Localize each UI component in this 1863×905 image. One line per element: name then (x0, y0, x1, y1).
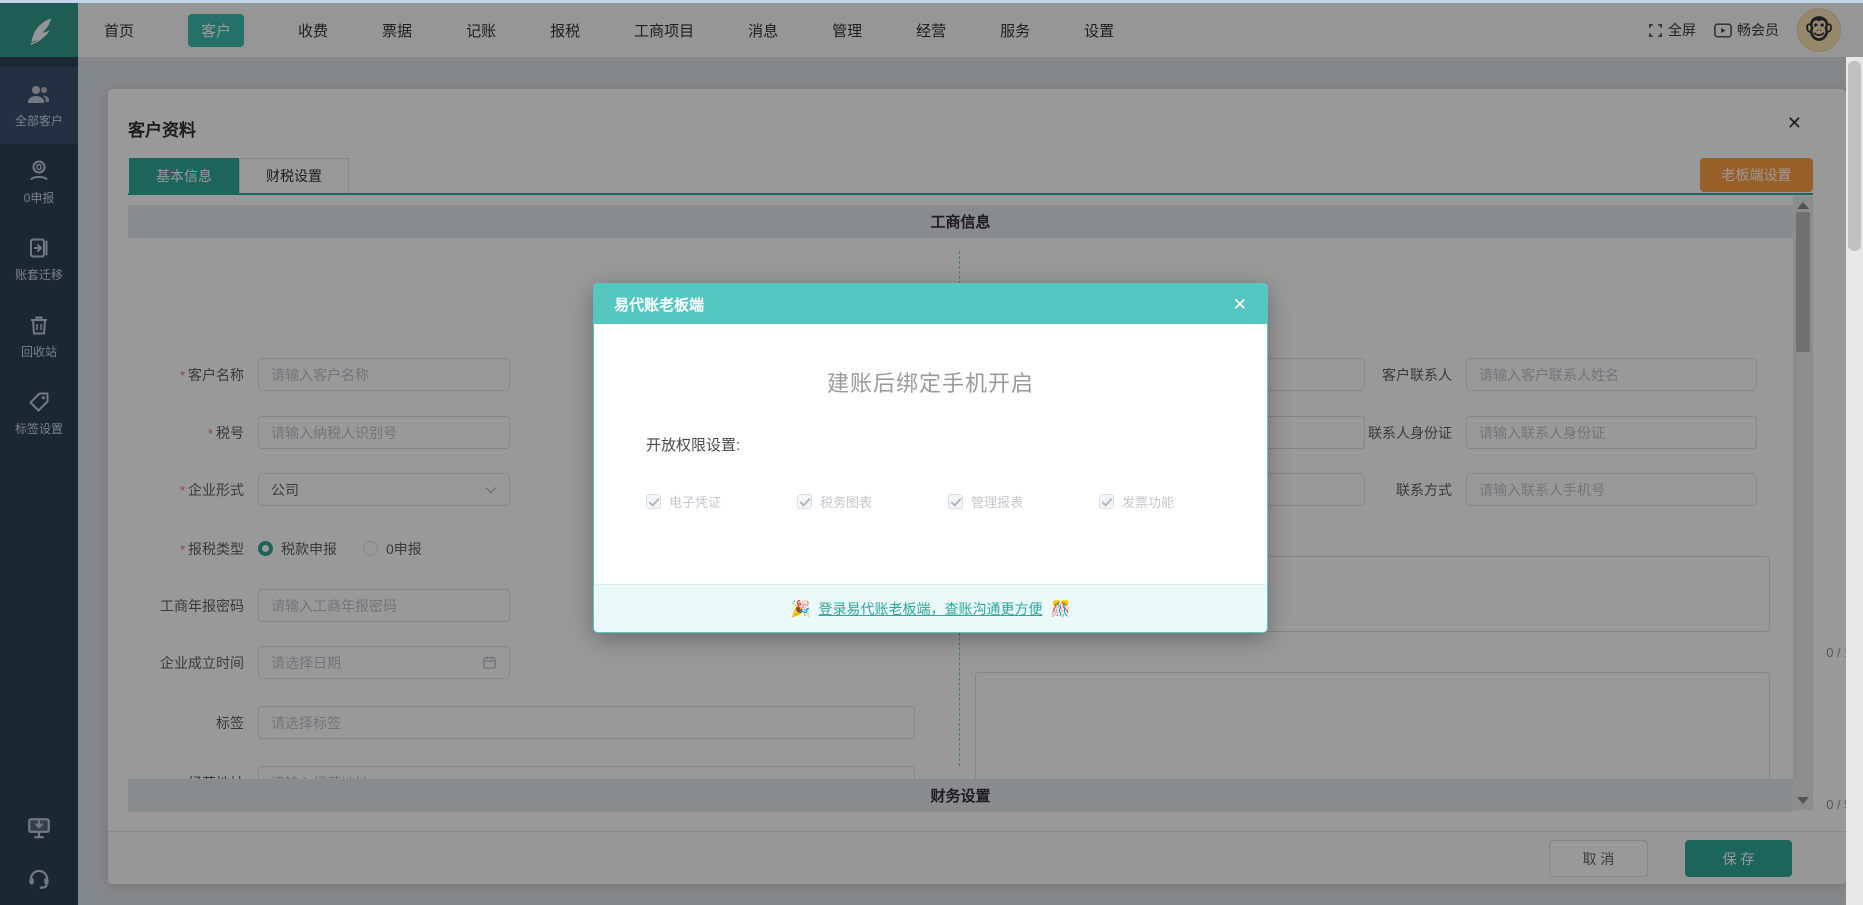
browser-scrollbar[interactable] (1846, 57, 1863, 905)
modal-title: 易代账老板端 (614, 296, 705, 314)
modal-heading: 建账后绑定手机开启 (826, 371, 1034, 396)
permissions-row: 电子凭证 税务图表 管理报表 发票功能 (646, 492, 1174, 511)
boss-app-modal: 易代账老板端 ✕ 建账后绑定手机开启 开放权限设置: 电子凭证 税务图表 管理报… (593, 283, 1268, 633)
permissions-label: 开放权限设置: (646, 437, 741, 454)
confetti-ball-icon: 🎊 (1050, 600, 1071, 618)
checkbox-icon (1099, 494, 1115, 509)
checkbox-icon (948, 494, 964, 509)
checkbox-invoice-function[interactable]: 发票功能 (1099, 492, 1174, 511)
app-screen: 首页 客户 收费 票据 记账 报税 工商项目 消息 管理 经营 服务 设置 全屏… (0, 0, 1863, 905)
checkbox-icon (646, 494, 661, 509)
checkbox-icon (797, 494, 813, 509)
browser-scrollbar-thumb[interactable] (1848, 61, 1861, 251)
modal-body: 建账后绑定手机开启 开放权限设置: 电子凭证 税务图表 管理报表 发票功能 (594, 324, 1267, 584)
browser-top-edge (0, 0, 1863, 3)
boss-app-login-link[interactable]: 登录易代账老板端，查账沟通更方便 (819, 599, 1043, 619)
checkbox-e-voucher[interactable]: 电子凭证 (646, 492, 721, 511)
modal-close-icon[interactable]: ✕ (1233, 296, 1247, 313)
modal-footer: 🎉 登录易代账老板端，查账沟通更方便 🎊 (594, 584, 1267, 632)
party-popper-icon: 🎉 (790, 600, 811, 618)
modal-header: 易代账老板端 ✕ (594, 284, 1267, 324)
checkbox-management-reports[interactable]: 管理报表 (948, 492, 1023, 511)
checkbox-tax-charts[interactable]: 税务图表 (797, 492, 872, 511)
